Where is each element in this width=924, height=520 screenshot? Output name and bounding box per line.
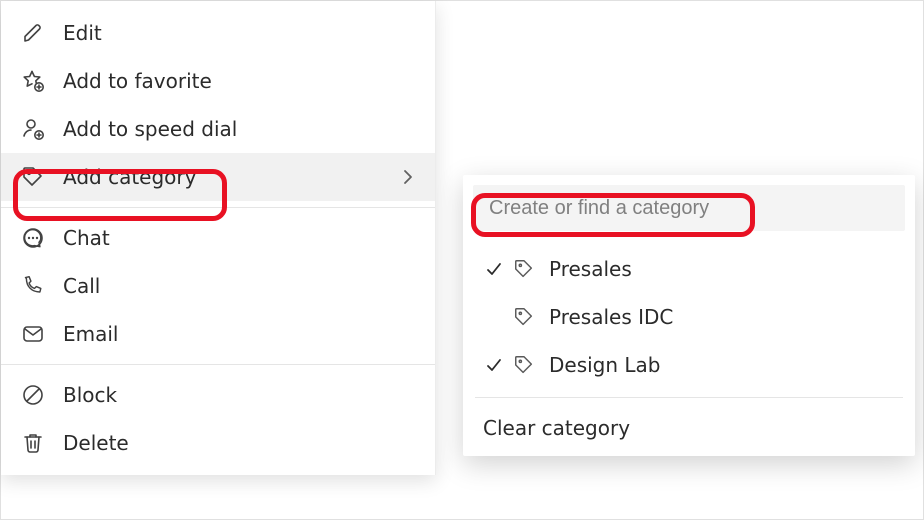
menu-item-label: Call [63, 274, 100, 298]
menu-item-label: Chat [63, 226, 110, 250]
menu-item-label: Edit [63, 21, 102, 45]
clear-category-button[interactable]: Clear category [473, 404, 905, 452]
mail-icon [19, 320, 47, 348]
chat-icon [19, 224, 47, 252]
menu-separator [1, 364, 435, 365]
menu-item-label: Delete [63, 431, 129, 455]
checkmark-icon [479, 351, 509, 379]
menu-separator [1, 207, 435, 208]
add-category-flyout: Presales Presales IDC Design Lab [463, 175, 915, 456]
tag-icon [509, 351, 539, 379]
category-label: Design Lab [549, 353, 661, 377]
trash-icon [19, 429, 47, 457]
menu-item-add-to-favorite[interactable]: Add to favorite [1, 57, 435, 105]
context-menu-screenshot: Edit Add to favorite [0, 0, 924, 520]
clear-category-label: Clear category [483, 416, 630, 440]
tag-icon [509, 255, 539, 283]
menu-item-add-to-speed-dial[interactable]: Add to speed dial [1, 105, 435, 153]
menu-item-chat[interactable]: Chat [1, 214, 435, 262]
chevron-right-icon [399, 168, 417, 186]
category-search-row[interactable] [473, 185, 905, 231]
star-plus-icon [19, 67, 47, 95]
category-item-design-lab[interactable]: Design Lab [479, 341, 899, 389]
menu-item-email[interactable]: Email [1, 310, 435, 358]
category-label: Presales [549, 257, 632, 281]
category-item-presales[interactable]: Presales [479, 245, 899, 293]
contact-context-menu: Edit Add to favorite [1, 1, 436, 475]
menu-item-add-category[interactable]: Add category [1, 153, 435, 201]
phone-icon [19, 272, 47, 300]
category-search-input[interactable] [487, 196, 891, 221]
menu-item-edit[interactable]: Edit [1, 9, 435, 57]
flyout-separator [475, 397, 903, 398]
menu-item-label: Email [63, 322, 119, 346]
block-icon [19, 381, 47, 409]
menu-item-label: Add to favorite [63, 69, 212, 93]
checkmark-icon [479, 255, 509, 283]
menu-item-label: Add to speed dial [63, 117, 237, 141]
category-label: Presales IDC [549, 305, 673, 329]
menu-item-call[interactable]: Call [1, 262, 435, 310]
person-plus-icon [19, 115, 47, 143]
category-item-presales-idc[interactable]: Presales IDC [479, 293, 899, 341]
tag-icon [19, 163, 47, 191]
pencil-icon [19, 19, 47, 47]
menu-item-delete[interactable]: Delete [1, 419, 435, 467]
category-list: Presales Presales IDC Design Lab [473, 241, 905, 391]
menu-item-label: Add category [63, 165, 196, 189]
checkmark-placeholder [479, 303, 509, 331]
menu-item-label: Block [63, 383, 117, 407]
tag-icon [509, 303, 539, 331]
menu-item-block[interactable]: Block [1, 371, 435, 419]
